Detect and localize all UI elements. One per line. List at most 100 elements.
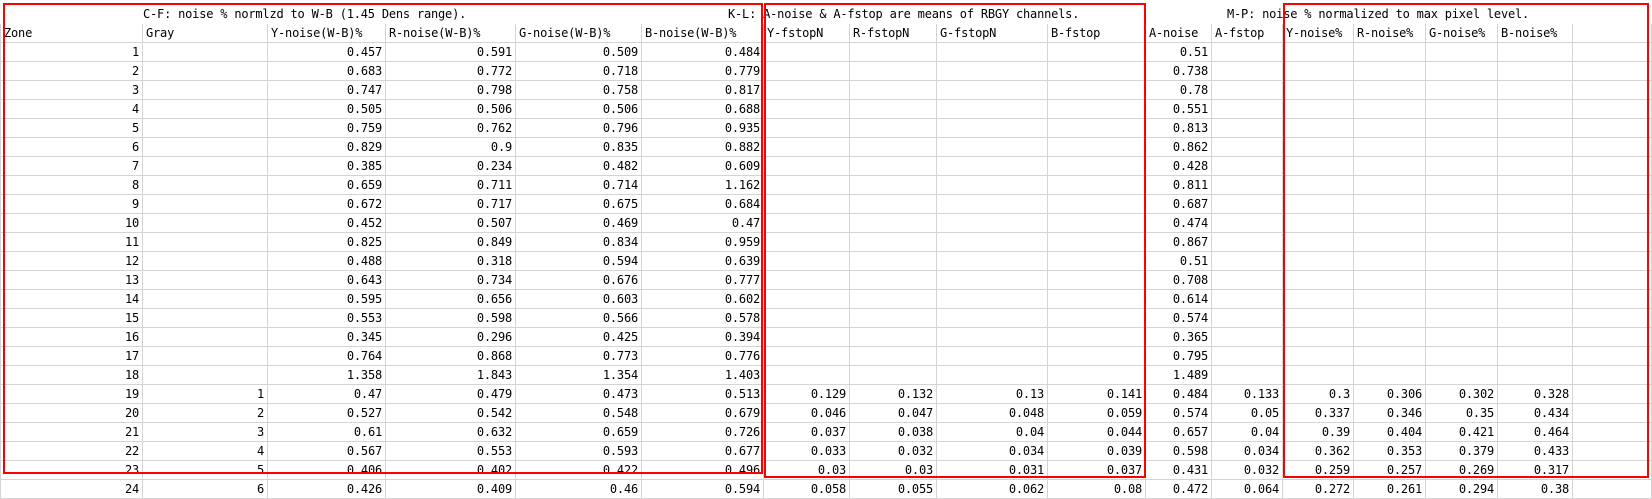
cell[interactable] bbox=[1498, 290, 1573, 309]
column-header-5[interactable]: G-noise(W-B)% bbox=[516, 24, 642, 43]
cell[interactable] bbox=[937, 62, 1048, 81]
cell[interactable]: 0.473 bbox=[516, 385, 642, 404]
cell[interactable]: 0.762 bbox=[386, 119, 516, 138]
cell[interactable]: 0.04 bbox=[1212, 423, 1283, 442]
cell[interactable]: 12 bbox=[0, 252, 143, 271]
cell[interactable] bbox=[1573, 290, 1652, 309]
cell[interactable]: 9 bbox=[0, 195, 143, 214]
cell[interactable]: 0.038 bbox=[850, 423, 937, 442]
cell[interactable]: 0.513 bbox=[642, 385, 764, 404]
cell[interactable]: 0.425 bbox=[516, 328, 642, 347]
cell[interactable] bbox=[1283, 195, 1354, 214]
cell[interactable]: 0.379 bbox=[1426, 442, 1498, 461]
cell[interactable]: 0.551 bbox=[1146, 100, 1212, 119]
cell[interactable] bbox=[1573, 347, 1652, 366]
cell[interactable] bbox=[764, 81, 850, 100]
cell[interactable]: 1.403 bbox=[642, 366, 764, 385]
cell[interactable]: 23 bbox=[0, 461, 143, 480]
cell[interactable] bbox=[937, 366, 1048, 385]
cell[interactable] bbox=[1426, 119, 1498, 138]
cell[interactable]: 0.677 bbox=[642, 442, 764, 461]
cell[interactable]: 18 bbox=[0, 366, 143, 385]
cell[interactable] bbox=[937, 290, 1048, 309]
cell[interactable]: 21 bbox=[0, 423, 143, 442]
cell[interactable] bbox=[1426, 271, 1498, 290]
cell[interactable] bbox=[1498, 62, 1573, 81]
cell[interactable] bbox=[1283, 138, 1354, 157]
cell[interactable] bbox=[1573, 138, 1652, 157]
cell[interactable] bbox=[1426, 62, 1498, 81]
cell[interactable]: 0.08 bbox=[1048, 480, 1146, 499]
cell[interactable] bbox=[143, 176, 268, 195]
cell[interactable]: 0.764 bbox=[268, 347, 386, 366]
cell[interactable]: 0.428 bbox=[1146, 157, 1212, 176]
cell[interactable]: 0.717 bbox=[386, 195, 516, 214]
cell[interactable]: 0.38 bbox=[1498, 480, 1573, 499]
cell[interactable]: 19 bbox=[0, 385, 143, 404]
cell[interactable]: 0.058 bbox=[764, 480, 850, 499]
cell[interactable]: 0.409 bbox=[386, 480, 516, 499]
cell[interactable]: 0.39 bbox=[1283, 423, 1354, 442]
column-header-17[interactable] bbox=[1573, 24, 1652, 43]
cell[interactable] bbox=[1283, 176, 1354, 195]
cell[interactable] bbox=[143, 233, 268, 252]
cell[interactable]: 1.843 bbox=[386, 366, 516, 385]
cell[interactable]: 0.595 bbox=[268, 290, 386, 309]
cell[interactable] bbox=[1573, 442, 1652, 461]
cell[interactable]: 0.365 bbox=[1146, 328, 1212, 347]
cell[interactable]: 0.488 bbox=[268, 252, 386, 271]
cell[interactable]: 0.033 bbox=[764, 442, 850, 461]
cell[interactable] bbox=[1573, 423, 1652, 442]
cell[interactable] bbox=[1048, 157, 1146, 176]
cell[interactable]: 0.431 bbox=[1146, 461, 1212, 480]
cell[interactable] bbox=[1283, 157, 1354, 176]
cell[interactable]: 0.03 bbox=[850, 461, 937, 480]
cell[interactable] bbox=[1354, 233, 1426, 252]
column-header-15[interactable]: G-noise% bbox=[1426, 24, 1498, 43]
cell[interactable] bbox=[1283, 366, 1354, 385]
cell[interactable]: 0.047 bbox=[850, 404, 937, 423]
cell[interactable] bbox=[143, 138, 268, 157]
cell[interactable] bbox=[1212, 43, 1283, 62]
cell[interactable]: 0.542 bbox=[386, 404, 516, 423]
cell[interactable]: 0.813 bbox=[1146, 119, 1212, 138]
cell[interactable] bbox=[143, 252, 268, 271]
cell[interactable] bbox=[1573, 195, 1652, 214]
cell[interactable] bbox=[143, 214, 268, 233]
cell[interactable] bbox=[143, 328, 268, 347]
cell[interactable] bbox=[1212, 309, 1283, 328]
cell[interactable]: 0.78 bbox=[1146, 81, 1212, 100]
cell[interactable]: 0.044 bbox=[1048, 423, 1146, 442]
cell[interactable]: 0.032 bbox=[850, 442, 937, 461]
cell[interactable] bbox=[764, 309, 850, 328]
cell[interactable]: 0.506 bbox=[516, 100, 642, 119]
cell[interactable]: 1 bbox=[0, 43, 143, 62]
cell[interactable]: 13 bbox=[0, 271, 143, 290]
cell[interactable] bbox=[764, 119, 850, 138]
cell[interactable] bbox=[764, 62, 850, 81]
cell[interactable] bbox=[1048, 347, 1146, 366]
cell[interactable] bbox=[850, 328, 937, 347]
cell[interactable] bbox=[1048, 290, 1146, 309]
cell[interactable] bbox=[764, 271, 850, 290]
cell[interactable] bbox=[1426, 100, 1498, 119]
cell[interactable]: 6 bbox=[0, 138, 143, 157]
cell[interactable] bbox=[1426, 214, 1498, 233]
cell[interactable] bbox=[1573, 119, 1652, 138]
cell[interactable]: 0.345 bbox=[268, 328, 386, 347]
cell[interactable] bbox=[850, 309, 937, 328]
cell[interactable]: 0.598 bbox=[386, 309, 516, 328]
cell[interactable]: 0.394 bbox=[642, 328, 764, 347]
column-header-7[interactable]: Y-fstopN bbox=[764, 24, 850, 43]
cell[interactable]: 0.574 bbox=[1146, 309, 1212, 328]
cell[interactable] bbox=[1212, 81, 1283, 100]
cell[interactable]: 0.505 bbox=[268, 100, 386, 119]
cell[interactable] bbox=[1573, 43, 1652, 62]
cell[interactable] bbox=[764, 233, 850, 252]
cell[interactable] bbox=[1426, 233, 1498, 252]
cell[interactable] bbox=[1048, 138, 1146, 157]
cell[interactable]: 0.683 bbox=[268, 62, 386, 81]
cell[interactable]: 0.406 bbox=[268, 461, 386, 480]
cell[interactable]: 0.656 bbox=[386, 290, 516, 309]
cell[interactable] bbox=[143, 43, 268, 62]
